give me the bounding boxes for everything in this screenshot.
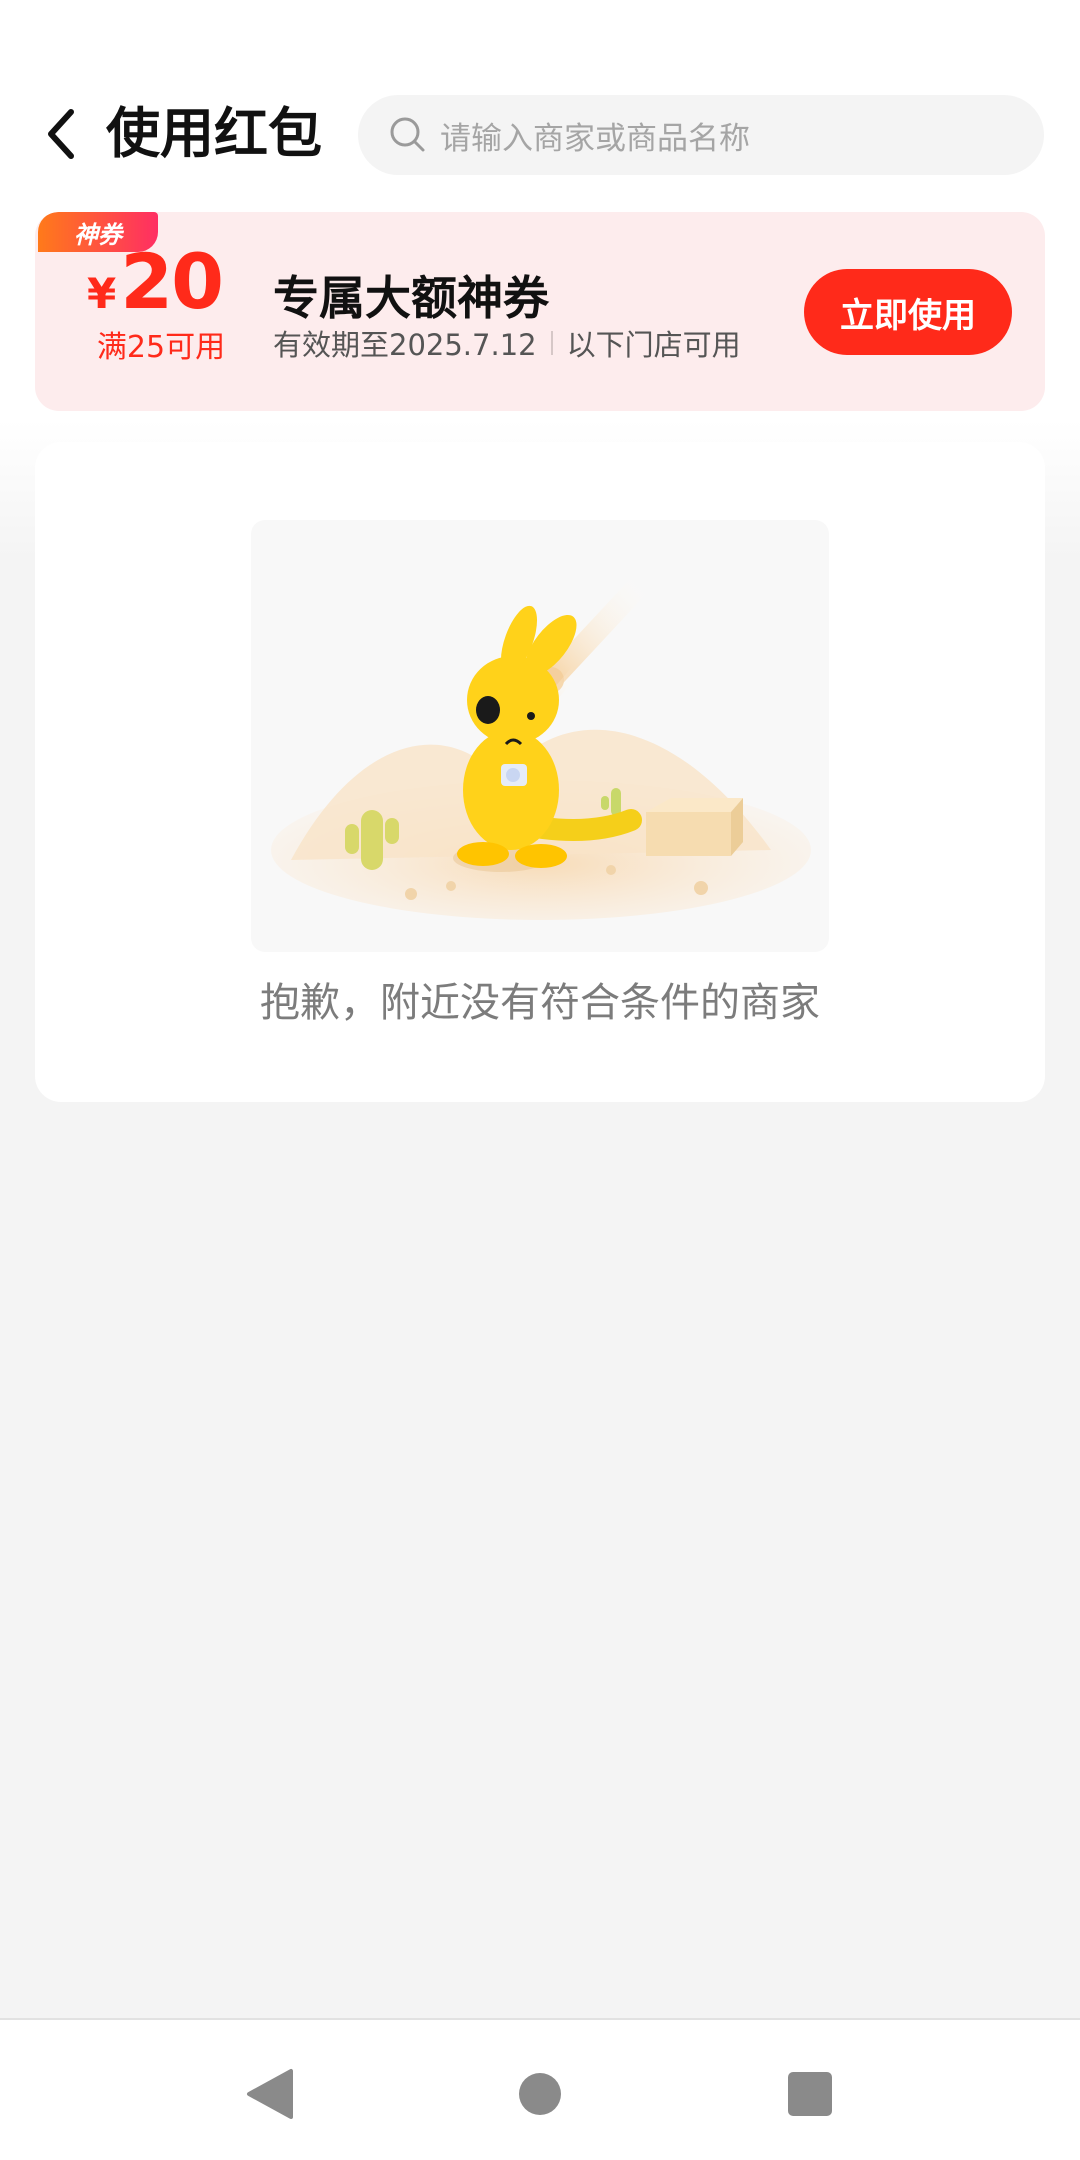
coupon-validity: 有效期至2025.7.12 — [273, 328, 537, 362]
search-input[interactable]: 请输入商家或商品名称 — [358, 95, 1044, 175]
coupon-title: 专属大额神券 — [273, 271, 549, 325]
header: 使用红包 请输入商家或商品名称 — [0, 92, 1080, 176]
recents-square-icon — [788, 2072, 832, 2116]
currency-symbol: ¥ — [87, 269, 117, 318]
coupon-value: 20 — [120, 237, 224, 326]
empty-state-card: 抱歉，附近没有符合条件的商家 — [35, 442, 1045, 1102]
coupon-threshold: 满25可用 — [96, 330, 226, 365]
nav-back-button[interactable] — [240, 2064, 300, 2124]
divider — [550, 331, 553, 355]
home-circle-icon — [519, 2073, 561, 2115]
use-now-button[interactable]: 立即使用 — [804, 269, 1012, 355]
kangaroo-illustration — [271, 567, 811, 920]
coupon-details: 有效期至2025.7.12 以下门店可用 — [273, 322, 741, 364]
back-triangle-icon — [247, 2069, 293, 2119]
coupon-card: 神券 ¥ 20 满25可用 专属大额神券 有效期至2025.7.12 以下门店可… — [35, 212, 1045, 411]
search-placeholder: 请输入商家或商品名称 — [440, 120, 750, 157]
back-button[interactable] — [36, 106, 86, 162]
coupon-scope: 以下门店可用 — [566, 328, 741, 362]
chevron-left-icon — [48, 109, 74, 159]
coupon-amount: ¥ 20 — [87, 242, 237, 322]
page-title: 使用红包 — [106, 102, 322, 165]
nav-recents-button[interactable] — [780, 2064, 840, 2124]
search-icon — [390, 117, 425, 152]
nav-home-button[interactable] — [510, 2064, 570, 2124]
empty-illustration — [251, 520, 829, 952]
system-nav-bar — [0, 2018, 1080, 2160]
empty-message: 抱歉，附近没有符合条件的商家 — [260, 980, 820, 1026]
